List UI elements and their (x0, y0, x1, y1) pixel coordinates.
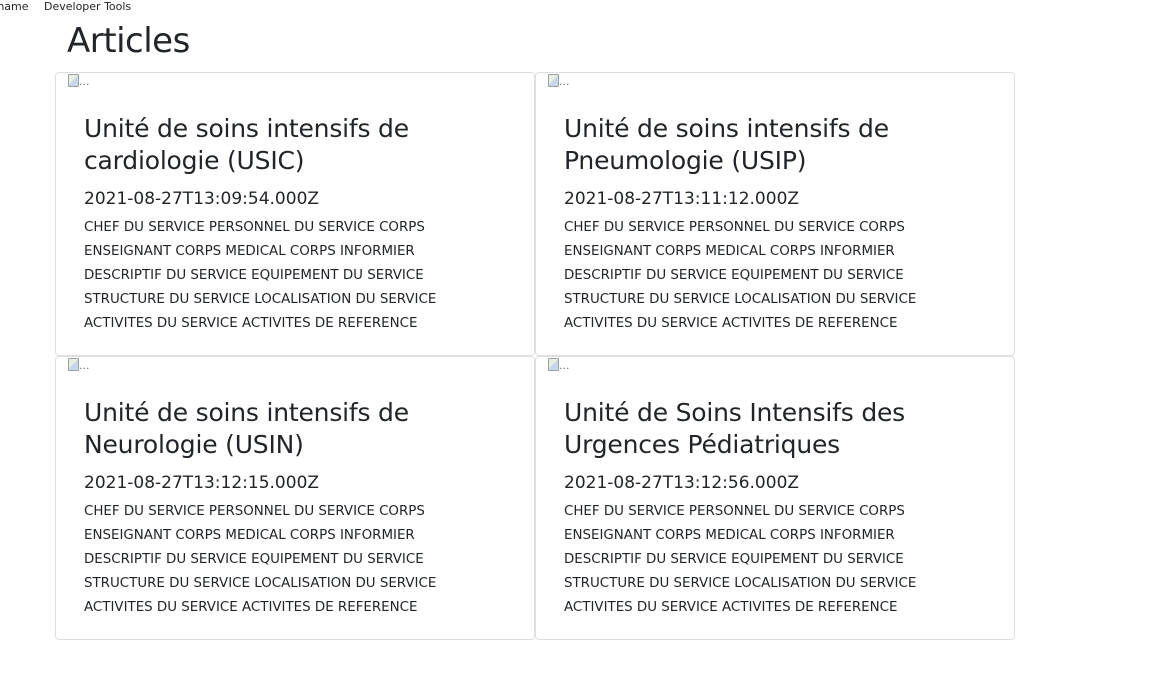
nav-link-username[interactable]: rname (0, 0, 29, 13)
broken-image-icon (68, 358, 79, 371)
card-title: Unité de soins intensifs de Neurologie (… (84, 398, 409, 459)
card-text: CHEF DU SERVICE PERSONNEL DU SERVICE COR… (564, 504, 917, 615)
card-date: 2021-08-27T13:12:56.000Z (564, 473, 800, 493)
card-body: Unité de soins intensifs de Neurologie (… (84, 397, 514, 620)
article-card[interactable]: ... Unité de soins intensifs de Neurolog… (55, 356, 535, 640)
article-card[interactable]: ... Unité de soins intensifs de Pneumolo… (535, 72, 1015, 356)
broken-image-icon (548, 74, 559, 87)
card-image: ... (548, 358, 580, 378)
nav-link-developer-tools[interactable]: Developer Tools (44, 0, 131, 13)
card-body: Unité de soins intensifs de cardiologie … (84, 113, 514, 336)
card-image: ... (548, 74, 580, 94)
article-card[interactable]: ... Unité de Soins Intensifs des Urgence… (535, 356, 1015, 640)
card-date: 2021-08-27T13:09:54.000Z (84, 189, 320, 209)
card-date: 2021-08-27T13:11:12.000Z (564, 189, 800, 209)
card-title: Unité de soins intensifs de Pneumologie … (564, 114, 889, 175)
card-image-alt: ... (79, 359, 90, 372)
broken-image-icon (548, 358, 559, 371)
articles-grid: ... Unité de soins intensifs de cardiolo… (55, 72, 1015, 640)
page-title: Articles (67, 21, 190, 61)
card-image-alt: ... (559, 75, 570, 88)
card-image: ... (68, 358, 100, 378)
card-body: Unité de soins intensifs de Pneumologie … (564, 113, 994, 336)
card-text: CHEF DU SERVICE PERSONNEL DU SERVICE COR… (564, 220, 917, 331)
card-image-alt: ... (79, 75, 90, 88)
card-image: ... (68, 74, 100, 94)
broken-image-icon (68, 74, 79, 87)
card-image-alt: ... (559, 359, 570, 372)
card-body: Unité de Soins Intensifs des Urgences Pé… (564, 397, 994, 620)
article-card[interactable]: ... Unité de soins intensifs de cardiolo… (55, 72, 535, 356)
card-text: CHEF DU SERVICE PERSONNEL DU SERVICE COR… (84, 504, 437, 615)
top-nav: rname Developer Tools (0, 0, 1163, 14)
card-text: CHEF DU SERVICE PERSONNEL DU SERVICE COR… (84, 220, 437, 331)
card-date: 2021-08-27T13:12:15.000Z (84, 473, 320, 493)
card-title: Unité de soins intensifs de cardiologie … (84, 114, 409, 175)
card-title: Unité de Soins Intensifs des Urgences Pé… (564, 398, 906, 459)
